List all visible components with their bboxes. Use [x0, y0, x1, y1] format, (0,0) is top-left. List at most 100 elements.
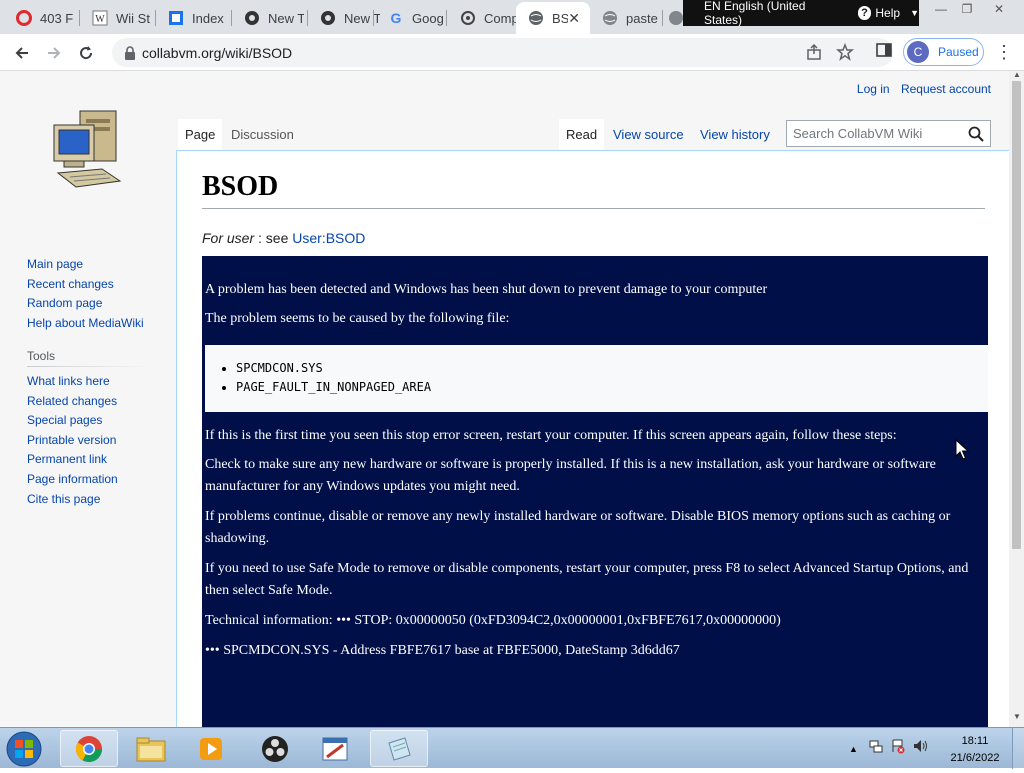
- bsod-text: If this is the first time you seen this …: [205, 428, 897, 443]
- taskbar-notepad[interactable]: [370, 730, 428, 767]
- nav-recent-changes[interactable]: Recent changes: [27, 275, 144, 295]
- share-icon[interactable]: [806, 43, 822, 65]
- search-box[interactable]: [786, 120, 991, 147]
- page-title: BSOD: [202, 171, 279, 202]
- vertical-scrollbar[interactable]: ▲ ▼: [1009, 70, 1024, 727]
- tab-discussion[interactable]: Discussion: [224, 119, 301, 150]
- tool-special-pages[interactable]: Special pages: [27, 411, 118, 431]
- site-logo[interactable]: [50, 107, 126, 193]
- forward-arrow-icon: [48, 47, 61, 59]
- globe-icon: [528, 10, 544, 26]
- tool-cite-this-page[interactable]: Cite this page: [27, 490, 118, 510]
- tab-title: BS: [552, 10, 569, 26]
- clock-date: 21/6/2022: [950, 752, 1000, 764]
- browser-tab[interactable]: Comp: [448, 2, 516, 34]
- taskbar-chrome[interactable]: [60, 730, 118, 767]
- clock[interactable]: 18:11 21/6/2022: [943, 733, 1007, 767]
- chevron-down-icon[interactable]: ▼: [910, 8, 919, 18]
- tab-title: New T: [344, 10, 380, 26]
- profile-status: Paused: [938, 45, 979, 59]
- title-divider: [202, 208, 985, 209]
- tool-what-links-here[interactable]: What links here: [27, 372, 118, 392]
- language-bar[interactable]: EN English (United States) ? Help ▼: [683, 0, 919, 27]
- lock-icon[interactable]: [122, 45, 138, 60]
- avatar: C: [907, 41, 929, 63]
- taskbar-obs[interactable]: [246, 730, 304, 767]
- browser-tab[interactable]: New T: [308, 2, 380, 34]
- help-label[interactable]: Help: [875, 6, 900, 20]
- content-area: BSOD For user : see User:BSOD A problem …: [176, 150, 1009, 727]
- volume-icon[interactable]: [912, 738, 928, 759]
- taskbar-explorer[interactable]: [122, 730, 180, 767]
- scroll-down-icon[interactable]: ▼: [1013, 712, 1021, 721]
- nav-help[interactable]: Help about MediaWiki: [27, 314, 144, 334]
- start-button[interactable]: [4, 730, 44, 768]
- tab-page[interactable]: Page: [178, 119, 223, 150]
- nav-main-page[interactable]: Main page: [27, 255, 144, 275]
- mouse-cursor-icon: [955, 438, 970, 466]
- browser-tab-active[interactable]: BS ✕: [516, 2, 590, 34]
- media-player-icon: [200, 737, 222, 760]
- browser-tab[interactable]: [666, 2, 684, 34]
- tool-permanent-link[interactable]: Permanent link: [27, 450, 118, 470]
- restore-icon[interactable]: ❐: [954, 1, 980, 19]
- browser-tab[interactable]: 403 F: [4, 2, 76, 34]
- tab-view-history[interactable]: View history: [693, 119, 777, 150]
- taskbar-media-player[interactable]: [182, 730, 240, 767]
- tool-related-changes[interactable]: Related changes: [27, 392, 118, 412]
- tab-title: Googl: [412, 10, 444, 26]
- show-hidden-icons-icon[interactable]: ▲: [849, 744, 858, 754]
- github-icon: [320, 10, 336, 26]
- network-icon[interactable]: [868, 738, 884, 759]
- url-text[interactable]: collabvm.org/wiki/BSOD: [142, 45, 292, 61]
- forward-button[interactable]: [42, 41, 66, 65]
- wiki-page: Log in Request account Main page Recent …: [0, 71, 1009, 727]
- taskbar-paint[interactable]: [306, 730, 364, 767]
- help-icon[interactable]: ?: [857, 6, 872, 20]
- bsod-text: Technical information: ••• STOP: 0x00000…: [205, 613, 781, 628]
- profile-button[interactable]: C Paused: [903, 38, 984, 66]
- minimize-icon[interactable]: —: [928, 1, 954, 19]
- system-tray: ▲: [845, 728, 928, 769]
- show-desktop-button[interactable]: [1012, 728, 1024, 769]
- tool-page-information[interactable]: Page information: [27, 470, 118, 490]
- bsod-text: If problems continue, disable or remove …: [205, 509, 951, 546]
- bsod-text: A problem has been detected and Windows …: [205, 282, 768, 297]
- windows-start-icon: [6, 731, 42, 767]
- reload-button[interactable]: [74, 41, 98, 65]
- tools-heading: Tools: [27, 349, 56, 363]
- browser-tab[interactable]: Index: [156, 2, 228, 34]
- search-icon[interactable]: [968, 126, 984, 147]
- language-label[interactable]: EN English (United States): [704, 0, 846, 27]
- tab-view-source[interactable]: View source: [606, 119, 691, 150]
- tab-separator: [662, 10, 663, 26]
- request-account-link[interactable]: Request account: [901, 82, 991, 96]
- user-bsod-link[interactable]: User:BSOD: [292, 230, 365, 246]
- google-icon: G: [388, 10, 404, 26]
- browser-tab[interactable]: New T: [232, 2, 304, 34]
- address-bar[interactable]: collabvm.org/wiki/BSOD: [112, 38, 893, 67]
- back-button[interactable]: [10, 41, 34, 65]
- login-link[interactable]: Log in: [857, 82, 890, 96]
- close-window-icon[interactable]: ✕: [986, 1, 1012, 19]
- close-tab-icon[interactable]: ✕: [568, 10, 580, 27]
- tab-read[interactable]: Read: [559, 119, 605, 150]
- browser-tab[interactable]: W Wii St: [80, 2, 152, 34]
- action-center-icon[interactable]: [890, 738, 906, 759]
- computer-icon: [460, 10, 476, 26]
- browser-tab[interactable]: G Googl: [376, 2, 444, 34]
- tab-title: Wii St: [116, 10, 150, 26]
- list-item: PAGE_FAULT_IN_NONPAGED_AREA: [236, 378, 431, 397]
- scroll-up-icon[interactable]: ▲: [1013, 70, 1021, 79]
- star-icon[interactable]: [836, 42, 854, 66]
- browser-tab[interactable]: paste: [590, 2, 660, 34]
- side-panel-icon[interactable]: [876, 42, 892, 63]
- search-input[interactable]: [793, 126, 963, 141]
- nav-random-page[interactable]: Random page: [27, 294, 144, 314]
- bsod-text: Check to make sure any new hardware or s…: [205, 457, 936, 494]
- tool-printable-version[interactable]: Printable version: [27, 431, 118, 451]
- list-item: SPCMDCON.SYS: [236, 359, 431, 378]
- more-menu-icon[interactable]: ⋮: [995, 43, 1013, 63]
- tools-portal: What links here Related changes Special …: [27, 372, 118, 509]
- scrollbar-thumb[interactable]: [1012, 81, 1021, 549]
